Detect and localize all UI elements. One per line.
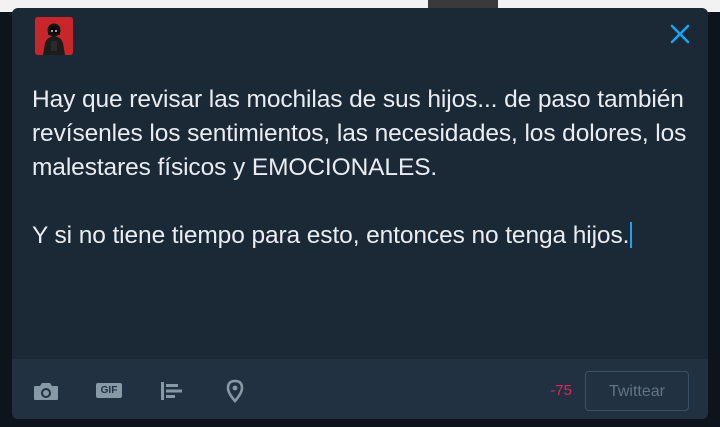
tweet-paragraph-2-text: Y si no tiene tiempo para esto, entonces… — [32, 222, 630, 249]
character-counter: -75 — [550, 382, 572, 399]
add-gif-button[interactable]: GIF — [96, 383, 122, 398]
location-pin-icon — [226, 379, 244, 403]
close-icon — [670, 24, 690, 44]
tweet-paragraph-1: Hay que revisar las mochilas de sus hijo… — [32, 86, 693, 181]
text-cursor — [630, 222, 633, 248]
avatar[interactable] — [35, 17, 73, 55]
add-poll-button[interactable] — [158, 379, 184, 403]
tweet-text-area[interactable]: Hay que revisar las mochilas de sus hijo… — [32, 83, 692, 253]
avatar-figure — [35, 17, 73, 55]
close-button[interactable] — [668, 22, 692, 46]
compose-toolbar: GIF -75 Twittear — [12, 359, 708, 419]
camera-icon — [34, 383, 58, 400]
compose-tweet-dialog: Hay que revisar las mochilas de sus hijo… — [12, 8, 708, 419]
add-photo-button[interactable] — [32, 379, 60, 403]
tweet-paragraph-2: Y si no tiene tiempo para esto, entonces… — [32, 219, 692, 253]
add-location-button[interactable] — [224, 379, 246, 403]
poll-icon — [161, 382, 182, 400]
tweet-button[interactable]: Twittear — [585, 371, 689, 411]
